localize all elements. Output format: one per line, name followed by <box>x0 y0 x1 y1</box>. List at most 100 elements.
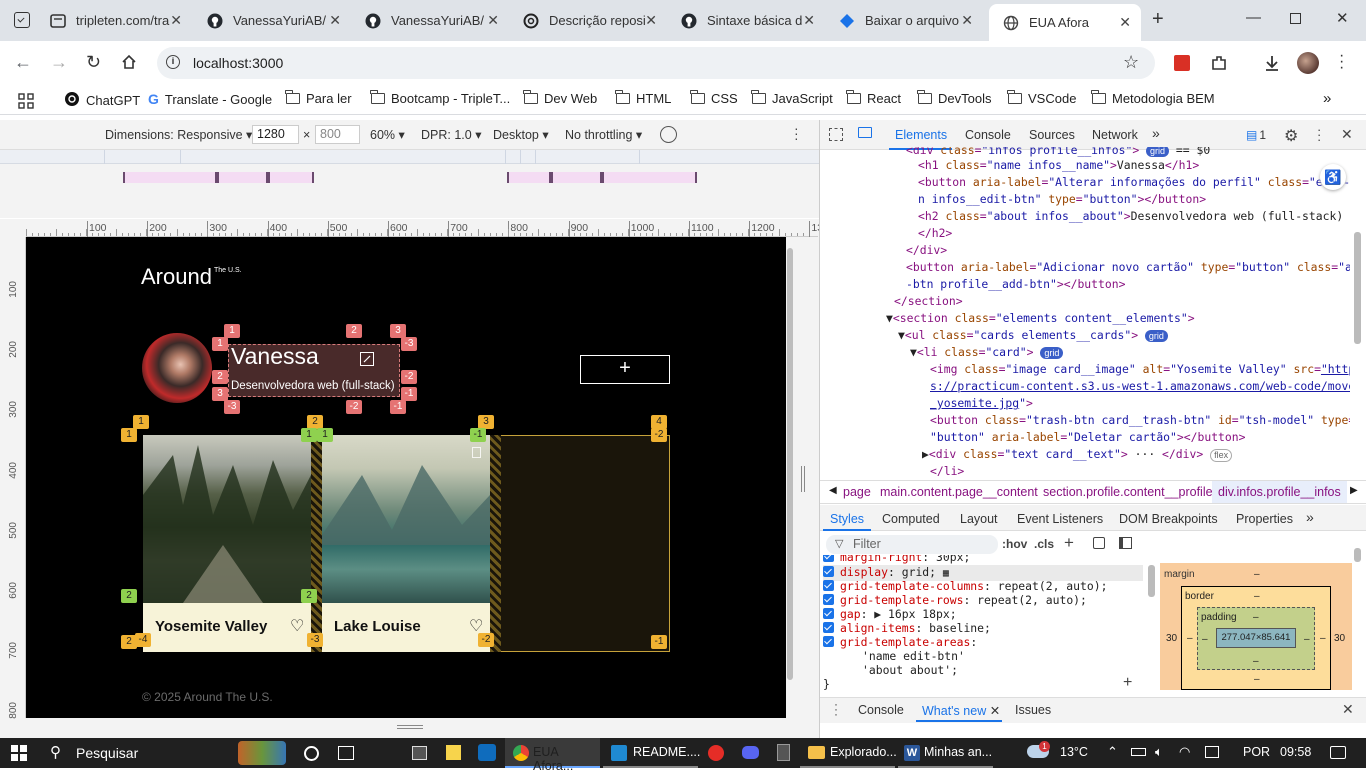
settings-gear-icon[interactable]: ⚙ <box>1284 126 1298 146</box>
accessibility-icon[interactable]: ♿ <box>1320 164 1346 190</box>
resize-handle-bottom[interactable] <box>397 725 423 729</box>
taskbar-vscode[interactable]: README.... <box>603 738 700 768</box>
tab-styles[interactable]: Styles <box>830 512 864 526</box>
drawer-tab-whats-new[interactable]: What's new ✕ <box>922 703 1000 718</box>
css-declaration[interactable]: grid-template-columns: repeat(2, auto); <box>823 579 1107 593</box>
more-tabs-icon[interactable]: » <box>1152 125 1160 141</box>
card-lake-louise[interactable]: Lake Louise ♡ <box>322 435 490 652</box>
download-icon[interactable] <box>1263 54 1281 75</box>
calculator-icon[interactable] <box>777 744 790 761</box>
code-line[interactable]: ▼<li class="card"> grid <box>910 344 1064 361</box>
breadcrumb-item[interactable]: section.profile.content__profile <box>1043 485 1213 499</box>
code-line[interactable]: _yosemite.jpg"> <box>930 395 1033 412</box>
border-bottom-value[interactable]: – <box>1254 674 1260 685</box>
grid-editor-icon[interactable]: ▦ <box>943 568 949 579</box>
battery-icon[interactable] <box>1131 748 1146 756</box>
cls-button[interactable]: .cls <box>1034 537 1054 551</box>
new-style-rule-icon[interactable]: + <box>1064 533 1074 553</box>
new-tab-button[interactable]: + <box>1152 8 1164 31</box>
volume-icon[interactable]: 🔈︎ <box>1155 744 1163 760</box>
code-line[interactable]: </h2> <box>918 225 952 242</box>
margin-top-value[interactable]: – <box>1254 569 1260 580</box>
css-declaration[interactable]: align-items: baseline; <box>823 621 991 635</box>
bookmark-para-ler[interactable]: Para ler <box>285 90 352 106</box>
paint-brush-icon[interactable] <box>1093 537 1105 549</box>
reload-icon[interactable]: ↻ <box>86 52 101 73</box>
card-image[interactable] <box>143 435 311 603</box>
url-text[interactable]: localhost:3000 <box>193 55 283 71</box>
bookmark-bootcamp[interactable]: Bootcamp - TripleT... <box>370 90 510 106</box>
avatar[interactable] <box>1297 52 1319 74</box>
drawer-tab-console[interactable]: Console <box>858 703 904 717</box>
maximize-icon[interactable] <box>1290 13 1301 24</box>
extension-red-icon[interactable] <box>1174 55 1190 71</box>
sidebar-toggle-icon[interactable] <box>1119 537 1132 549</box>
close-icon[interactable]: ✕ <box>645 12 657 29</box>
breadcrumb-item-active[interactable]: div.infos.profile__infos <box>1212 481 1347 503</box>
drawer-menu-icon[interactable]: · · · <box>834 698 838 720</box>
outlook-icon[interactable] <box>478 744 496 761</box>
close-icon[interactable]: ✕ <box>961 12 973 29</box>
close-devtools-icon[interactable]: ✕ <box>1341 126 1353 143</box>
code-line[interactable]: <button aria-label="Alterar informações … <box>918 174 1350 191</box>
padding-top-value[interactable]: – <box>1253 612 1259 623</box>
media-query-bars[interactable] <box>0 150 819 218</box>
card-image[interactable] <box>322 435 490 603</box>
code-line[interactable]: ▼<section class="elements content__eleme… <box>886 310 1195 327</box>
close-window-icon[interactable]: ✕ <box>1336 9 1349 27</box>
code-line[interactable]: -btn profile__add-btn"></button> <box>906 276 1125 293</box>
tab-console[interactable]: Console <box>965 128 1011 142</box>
dom-scrollbar[interactable] <box>1354 232 1361 344</box>
breadcrumb-item[interactable]: page <box>843 485 871 499</box>
add-card-button[interactable]: + <box>580 355 670 384</box>
close-icon[interactable]: ✕ <box>170 12 182 29</box>
css-declaration[interactable]: margin-right: 30px; <box>823 555 970 564</box>
code-line[interactable]: s://practicum-content.s3.us-west-1.amazo… <box>930 378 1350 395</box>
code-line[interactable]: n infos__edit-btn" type="button"></butto… <box>918 191 1206 208</box>
css-declaration[interactable]: gap: ▶ 16px 18px; <box>823 607 957 621</box>
close-icon[interactable]: ✕ <box>329 12 341 29</box>
bookmark-css[interactable]: CSS <box>690 90 738 106</box>
hov-button[interactable]: :hov <box>1002 537 1027 551</box>
tab-github-3[interactable]: Sintaxe básica d ✕ <box>667 6 825 35</box>
minimize-icon[interactable]: — <box>1246 9 1261 26</box>
border-right-value[interactable]: – <box>1320 633 1326 644</box>
css-declaration[interactable]: grid-template-rows: repeat(2, auto); <box>823 593 1087 607</box>
tab-network[interactable]: Network <box>1092 128 1138 142</box>
code-line[interactable]: </div> <box>906 242 947 259</box>
close-icon[interactable]: ✕ <box>803 12 815 29</box>
tab-layout[interactable]: Layout <box>960 512 998 526</box>
close-icon[interactable]: ✕ <box>487 12 499 29</box>
clock[interactable]: 09:58 <box>1280 745 1311 759</box>
device-toolbar-menu-icon[interactable]: · · · <box>794 121 799 145</box>
task-view-icon[interactable] <box>304 746 319 761</box>
extensions-puzzle-icon[interactable] <box>1210 54 1228 75</box>
youtube-music-icon[interactable] <box>708 745 724 761</box>
site-info-icon[interactable]: i <box>166 55 180 69</box>
code-line[interactable]: <button aria-label="Adicionar novo cartã… <box>906 259 1350 276</box>
tab-search-icon[interactable] <box>14 12 30 28</box>
tab-dom-breakpoints[interactable]: DOM Breakpoints <box>1119 512 1218 526</box>
css-value-line[interactable]: 'about about'; <box>862 663 958 677</box>
border-left-value[interactable]: – <box>1187 633 1193 644</box>
taskbar-app-icon[interactable] <box>338 746 354 760</box>
breadcrumb-left-icon[interactable]: ◀ <box>829 485 837 496</box>
tab-elements[interactable]: Elements <box>895 128 947 142</box>
drawer-tab-issues[interactable]: Issues <box>1015 703 1051 717</box>
padding-bottom-value[interactable]: – <box>1253 656 1259 667</box>
forward-icon[interactable]: → <box>50 52 68 73</box>
tab-github-2[interactable]: VanessaYuriAB/ ✕ <box>351 6 509 35</box>
code-line[interactable]: ▶<div class="text card__text"> ··· </div… <box>922 446 1233 463</box>
tab-chatgpt[interactable]: Descrição reposi ✕ <box>509 6 667 35</box>
throttling-select[interactable]: No throttling ▾ <box>565 127 642 142</box>
breadcrumb-right-icon[interactable]: ▶ <box>1350 485 1358 496</box>
apps-grid-icon[interactable] <box>18 93 34 112</box>
code-line[interactable]: </li> <box>930 463 964 477</box>
add-declaration-icon[interactable]: + <box>1123 674 1132 692</box>
tab-computed[interactable]: Computed <box>882 512 940 526</box>
tab-tripleten[interactable]: tripleten.com/tra ✕ <box>36 6 192 35</box>
code-line[interactable]: </section> <box>894 293 963 310</box>
resize-handle-right[interactable] <box>801 466 805 492</box>
code-line[interactable]: <h2 class="about infos__about">Desenvolv… <box>918 208 1343 225</box>
close-icon[interactable]: ✕ <box>1119 14 1131 31</box>
